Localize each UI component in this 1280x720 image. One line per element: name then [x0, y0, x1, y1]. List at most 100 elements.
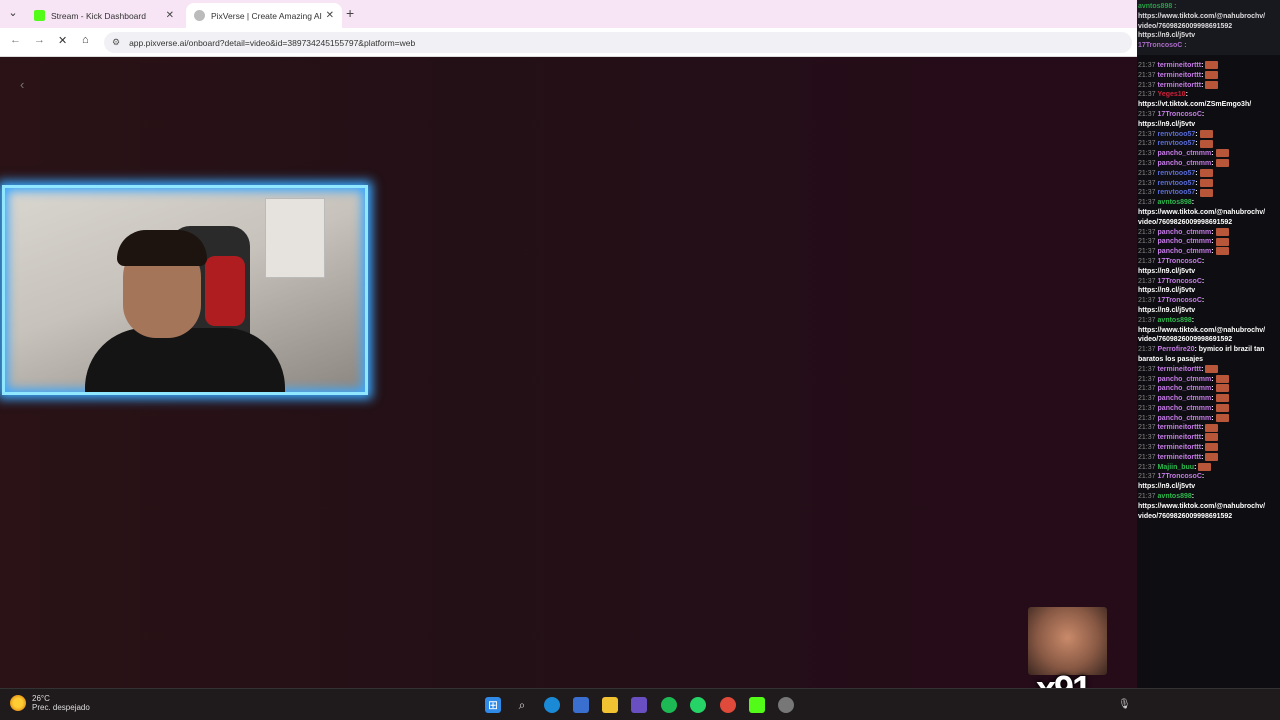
- chat-username[interactable]: pancho_ctmmm: [1158, 150, 1212, 157]
- chat-username[interactable]: pancho_ctmmm: [1158, 376, 1212, 383]
- chat-text: https://n9.cl/j5vtv: [1138, 120, 1196, 128]
- chat-emote-icon: [1198, 462, 1212, 471]
- home-icon[interactable]: ⌂: [82, 34, 89, 46]
- chat-text: :: [1201, 365, 1204, 373]
- chat-username[interactable]: renvtooo57: [1158, 180, 1196, 187]
- chat-emote-icon: [1205, 453, 1219, 462]
- chat-emote-icon: [1215, 237, 1229, 246]
- chat-timestamp: 21:37: [1138, 169, 1156, 177]
- chat-username[interactable]: pancho_ctmmm: [1158, 248, 1212, 255]
- site-info-icon[interactable]: ⚙: [112, 37, 120, 48]
- chat-text: video/7609826009998691592: [1138, 218, 1233, 226]
- chat-timestamp: 21:37: [1138, 414, 1156, 422]
- chat-username[interactable]: pancho_ctmmm: [1158, 385, 1212, 392]
- chat-timestamp: 21:37: [1138, 444, 1156, 452]
- chat-username[interactable]: termineitorttt: [1158, 424, 1202, 431]
- stop-loading-icon[interactable]: ✕: [58, 34, 67, 47]
- microphone-icon[interactable]: 🎙: [1118, 699, 1131, 710]
- edge-icon[interactable]: [544, 697, 560, 713]
- browser-toolbar: ← → ✕ ⌂ ⚙ app.pixverse.ai/onboard?detail…: [0, 28, 1137, 57]
- chat-header-line: video/7609826009998691592: [1138, 22, 1233, 30]
- tab-close-icon[interactable]: ✕: [166, 10, 174, 21]
- chat-text: :: [1201, 277, 1205, 285]
- file-explorer-icon[interactable]: [602, 697, 618, 713]
- chat-timestamp: 21:37: [1138, 463, 1156, 471]
- chat-username[interactable]: Perrofire20: [1158, 346, 1195, 353]
- chat-timestamp: 21:37: [1138, 62, 1156, 69]
- chat-username[interactable]: termineitorttt: [1158, 444, 1202, 451]
- chat-overlay: avntos898 : https://www.tiktok.com/@nahu…: [1137, 0, 1280, 720]
- whatsapp-icon[interactable]: [690, 697, 706, 713]
- chat-username[interactable]: pancho_ctmmm: [1158, 395, 1212, 402]
- chat-text: https://www.tiktok.com/@nahubrochv/: [1138, 326, 1266, 334]
- chat-timestamp: 21:37: [1138, 316, 1156, 324]
- chat-username[interactable]: 17TroncosoC: [1158, 473, 1202, 480]
- chat-username[interactable]: 17TroncosoC: [1158, 111, 1202, 118]
- store-icon[interactable]: [573, 697, 589, 713]
- chat-username[interactable]: pancho_ctmmm: [1158, 160, 1212, 167]
- chat-message: https://n9.cl/j5vtv: [1137, 286, 1280, 296]
- chat-emote-icon: [1199, 168, 1213, 177]
- chat-emote-icon: [1215, 394, 1229, 403]
- chat-text: baratos los pasajes: [1138, 355, 1203, 363]
- weather-widget[interactable]: 26°C Prec. despejado: [10, 694, 90, 712]
- chat-text: :: [1201, 297, 1205, 305]
- chat-username[interactable]: termineitorttt: [1158, 62, 1202, 69]
- chat-text: :: [1195, 179, 1198, 187]
- new-tab-button[interactable]: +: [346, 5, 354, 21]
- tab-pixverse[interactable]: PixVerse | Create Amazing AI V ✕: [186, 3, 342, 28]
- snipping-tool-icon[interactable]: [631, 697, 647, 713]
- tab-kick-dashboard[interactable]: Stream - Kick Dashboard ✕: [26, 3, 182, 28]
- chat-username[interactable]: renvtooo57: [1158, 131, 1196, 138]
- chat-username[interactable]: 17TroncosoC: [1158, 278, 1202, 285]
- chat-message: 21:37 renvtooo57:: [1137, 139, 1280, 149]
- chat-username[interactable]: pancho_ctmmm: [1158, 229, 1212, 236]
- chat-username[interactable]: renvtooo57: [1158, 170, 1196, 177]
- chat-username[interactable]: avntos898: [1158, 317, 1192, 324]
- tab-search-chevron-icon[interactable]: ⌄: [6, 6, 20, 20]
- chat-emote-icon: [1205, 364, 1219, 373]
- chat-username[interactable]: pancho_ctmmm: [1158, 405, 1212, 412]
- spotify-icon[interactable]: [661, 697, 677, 713]
- search-icon[interactable]: ⌕: [514, 697, 530, 713]
- chat-text: :: [1211, 385, 1214, 393]
- chat-username[interactable]: termineitorttt: [1158, 454, 1202, 461]
- chat-text: :: [1201, 110, 1205, 118]
- chat-username[interactable]: renvtooo57: [1158, 140, 1196, 147]
- chat-username[interactable]: 17TroncosoC: [1158, 258, 1202, 265]
- chat-message: 21:37 17TroncosoC:: [1137, 472, 1280, 482]
- chat-username[interactable]: termineitorttt: [1158, 434, 1202, 441]
- chat-username[interactable]: termineitorttt: [1158, 366, 1202, 373]
- chat-timestamp: 21:37: [1138, 346, 1156, 354]
- chat-username[interactable]: 17TroncosoC: [1158, 297, 1202, 304]
- chat-username[interactable]: avntos898: [1158, 493, 1192, 500]
- chat-emote-icon: [1215, 227, 1229, 236]
- back-icon[interactable]: ←: [10, 34, 21, 46]
- chat-message: 21:37 renvtooo57:: [1137, 168, 1280, 179]
- chat-username[interactable]: renvtooo57: [1158, 189, 1196, 196]
- chat-username[interactable]: pancho_ctmmm: [1158, 415, 1212, 422]
- chat-username[interactable]: termineitorttt: [1158, 72, 1202, 79]
- chat-username[interactable]: Yeges10: [1158, 91, 1186, 98]
- chat-message: 21:37 avntos898:: [1137, 492, 1280, 502]
- address-bar[interactable]: ⚙ app.pixverse.ai/onboard?detail=video&i…: [104, 32, 1132, 53]
- chat-text: video/7609826009998691592: [1138, 336, 1233, 344]
- chat-username[interactable]: termineitorttt: [1158, 82, 1202, 89]
- chat-header-line: avntos898 :: [1138, 3, 1177, 10]
- tab-close-icon[interactable]: ✕: [326, 10, 334, 21]
- chat-username[interactable]: pancho_ctmmm: [1158, 238, 1212, 245]
- chrome-icon[interactable]: [720, 697, 736, 713]
- chat-username[interactable]: avntos898: [1158, 199, 1192, 206]
- chat-message: 21:37 pancho_ctmmm:: [1137, 384, 1280, 394]
- chat-message: 21:37 17TroncosoC:: [1137, 296, 1280, 306]
- obs-icon[interactable]: [778, 697, 794, 713]
- chat-timestamp: 21:37: [1138, 375, 1156, 383]
- windows-start-icon[interactable]: ⊞: [485, 697, 501, 713]
- chat-timestamp: 21:37: [1138, 81, 1156, 89]
- forward-icon[interactable]: →: [34, 34, 45, 46]
- chat-username[interactable]: Majiin_buu: [1158, 464, 1195, 471]
- chat-message: 21:37 pancho_ctmmm:: [1137, 237, 1280, 247]
- kick-icon[interactable]: [749, 697, 765, 713]
- page-back-icon[interactable]: ‹: [20, 77, 24, 92]
- chat-text: :: [1201, 434, 1204, 442]
